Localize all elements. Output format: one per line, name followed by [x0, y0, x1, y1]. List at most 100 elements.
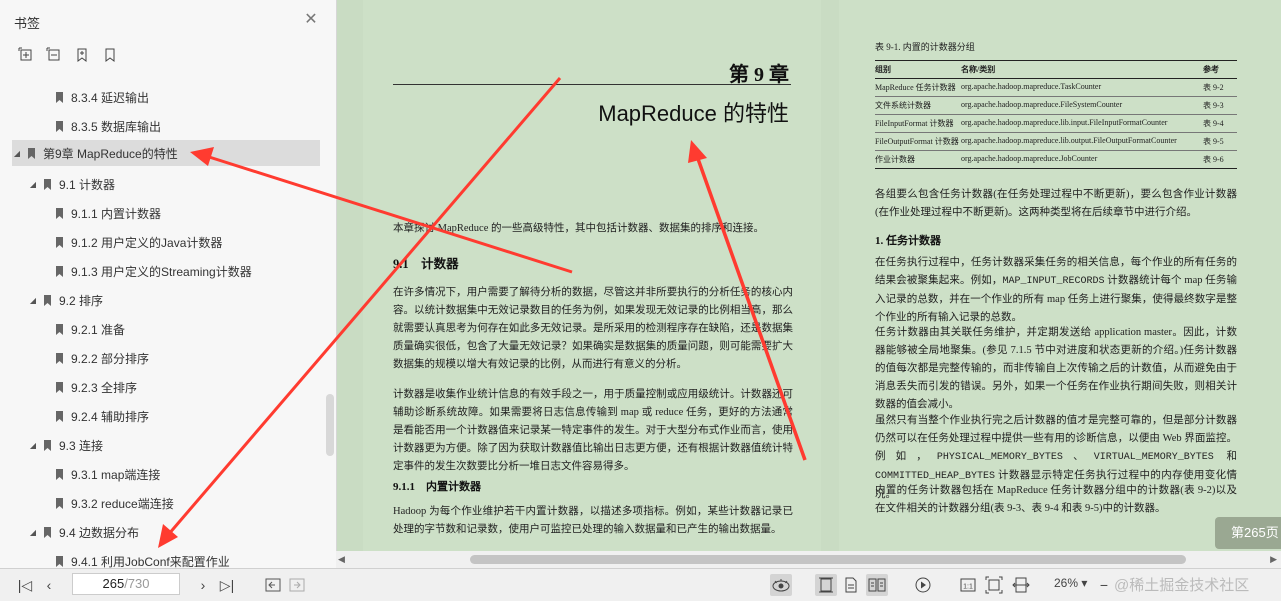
bookmark-item[interactable]: 9.1.1 内置计数器 — [56, 200, 161, 226]
forward-icon[interactable] — [286, 574, 308, 596]
table-row: FileOutputFormat 计数器 org.apache.hadoop.m… — [875, 133, 1237, 151]
play-icon[interactable] — [912, 574, 934, 596]
last-page-icon[interactable]: ▷| — [218, 575, 236, 595]
expand-triangle-icon[interactable]: ◢ — [28, 180, 38, 189]
table-cell: 表 9-5 — [1203, 137, 1224, 146]
bookmark-label: 9.1.3 用户定义的Streaming计数器 — [71, 264, 252, 279]
scroll-left-icon[interactable]: ◀ — [338, 554, 345, 565]
bookmark-label: 9.1.1 内置计数器 — [71, 206, 162, 221]
fit-page-icon[interactable] — [983, 574, 1005, 596]
paragraph: Hadoop 为每个作业维护若干内置计数器，以描述多项指标。例如，某些计数器记录… — [393, 506, 793, 535]
expand-triangle-icon[interactable]: ◢ — [28, 441, 38, 450]
bookmark-item[interactable]: ◢ 9.2 排序 — [28, 287, 103, 313]
bookmark-icon[interactable] — [102, 47, 118, 63]
table-cell: MapReduce 任务计数器 — [875, 83, 956, 92]
close-icon[interactable]: ✕ — [303, 12, 319, 28]
actual-size-icon[interactable]: 1:1 — [957, 574, 979, 596]
table-caption: 表 9-1. 内置的计数器分组 — [875, 42, 975, 52]
zoom-level[interactable]: 26% ▾ — [1054, 576, 1087, 590]
chapter-number: 第 9 章 — [729, 64, 789, 86]
bookmark-icon — [56, 468, 63, 480]
collapse-all-icon[interactable] — [46, 47, 62, 63]
two-page-icon[interactable] — [866, 574, 888, 596]
section-number: 9.1 — [393, 257, 409, 271]
prev-page-icon[interactable]: ‹ — [40, 575, 58, 595]
bookmark-item[interactable]: 9.1.2 用户定义的Java计数器 — [56, 229, 222, 255]
bookmark-label: 9.4.1 利用JobConf来配置作业 — [71, 554, 230, 569]
continuous-page-icon[interactable] — [840, 574, 862, 596]
bookmark-item[interactable]: ◢ 9.1 计数器 — [28, 171, 115, 197]
svg-text:1:1: 1:1 — [963, 584, 973, 591]
expand-all-icon[interactable] — [18, 47, 34, 63]
bookmark-icon — [44, 178, 51, 190]
back-icon[interactable] — [262, 574, 284, 596]
bookmark-item-selected[interactable]: ◢ 第9章 MapReduce的特性 — [12, 140, 320, 166]
table-cell: 作业计数器 — [875, 155, 915, 164]
eye-protection-icon[interactable] — [770, 574, 792, 596]
watermark-text: @稀土掘金技术社区 — [1114, 577, 1250, 594]
code-text: MAP_INPUT_RECORDS — [1002, 276, 1105, 287]
table-row: 作业计数器 org.apache.hadoop.mapreduce.JobCou… — [875, 151, 1237, 168]
code-text: COMMITTED_HEAP_BYTES — [875, 471, 996, 482]
bookmark-label: 9.1.2 用户定义的Java计数器 — [71, 235, 223, 250]
bookmark-item[interactable]: 8.3.4 延迟输出 — [56, 84, 149, 110]
next-page-icon[interactable]: › — [194, 575, 212, 595]
bookmark-item[interactable]: 9.1.3 用户定义的Streaming计数器 — [56, 258, 252, 284]
first-page-icon[interactable]: |◁ — [16, 575, 34, 595]
bookmark-icon — [56, 352, 63, 364]
sidebar-scrollbar[interactable] — [326, 394, 334, 456]
bookmark-icon — [44, 439, 51, 451]
section-title: 计数器 — [421, 257, 459, 271]
subsection-heading: 9.1.1 内置计数器 — [393, 478, 481, 494]
bookmark-label: 9.3.1 map端连接 — [71, 467, 161, 482]
sidebar-toolbar — [18, 47, 118, 63]
single-page-icon[interactable] — [815, 574, 837, 596]
scroll-right-icon[interactable]: ▶ — [1270, 554, 1277, 565]
expand-triangle-icon[interactable]: ◢ — [28, 528, 38, 537]
table-cell: 表 9-4 — [1203, 119, 1224, 128]
bookmark-item[interactable]: 9.2.2 部分排序 — [56, 345, 149, 371]
bookmark-item[interactable]: ◢ 9.3 连接 — [28, 432, 103, 458]
table-cell: 表 9-3 — [1203, 101, 1224, 110]
bookmark-icon — [56, 410, 63, 422]
scrollbar-thumb[interactable] — [470, 555, 1186, 564]
subsection-number: 9.1.1 — [393, 481, 415, 493]
bookmark-item[interactable]: 9.4.1 利用JobConf来配置作业 — [56, 548, 230, 568]
bookmark-item[interactable]: 9.2.4 辅助排序 — [56, 403, 149, 429]
paragraph: 在任务执行过程中，任务计数器采集任务的相关信息，每个作业的所有任务的结果会被聚集… — [875, 254, 1237, 327]
table-cell: FileInputFormat 计数器 — [875, 119, 954, 128]
table-cell: 表 9-6 — [1203, 155, 1224, 164]
text-run: 、 — [1062, 451, 1094, 462]
horizontal-scrollbar[interactable]: ◀ ▶ — [336, 551, 1281, 568]
bookmark-label: 9.2 排序 — [59, 293, 104, 308]
expand-triangle-icon[interactable]: ◢ — [28, 296, 38, 305]
page-number-input[interactable]: 265/730 — [72, 573, 180, 595]
table-cell: org.apache.hadoop.mapreduce.lib.input.Fi… — [961, 118, 1168, 127]
add-bookmark-icon[interactable] — [74, 47, 90, 63]
bookmark-item[interactable]: 9.2.1 准备 — [56, 316, 125, 342]
expand-triangle-icon[interactable]: ◢ — [12, 149, 22, 158]
table-row: FileInputFormat 计数器 org.apache.hadoop.ma… — [875, 115, 1237, 133]
paragraph: 内置的任务计数器包括在 MapReduce 任务计数器分组中的计数器(表 9-2… — [875, 485, 1237, 514]
current-page: 265 — [102, 576, 125, 591]
paragraph: 计数器是收集作业统计信息的有效手段之一，用于质量控制或应用级统计。计数器还可辅助… — [393, 389, 793, 472]
subsection-title: 内置计数器 — [426, 481, 481, 493]
bottom-toolbar: |◁ ‹ 265/730 › ▷| 1:1 26% ▾ − @稀土掘金技术社区 — [0, 568, 1281, 601]
bookmark-item[interactable]: 8.3.5 数据库输出 — [56, 113, 161, 139]
zoom-out-icon[interactable]: − — [1098, 575, 1110, 595]
chapter-title: MapReduce 的特性 — [598, 101, 789, 126]
bookmark-label: 9.3.2 reduce端连接 — [71, 496, 174, 511]
paragraph: 任务计数器由其关联任务维护，并定期发送给 application master。… — [875, 327, 1237, 410]
table-cell: org.apache.hadoop.mapreduce.TaskCounter — [961, 82, 1102, 91]
bookmark-item[interactable]: ◢ 9.4 边数据分布 — [28, 519, 139, 545]
bookmark-label: 9.4 边数据分布 — [59, 525, 140, 540]
bookmark-item[interactable]: 9.3.1 map端连接 — [56, 461, 160, 487]
bookmark-item[interactable]: 9.3.2 reduce端连接 — [56, 490, 174, 516]
table-cell: 文件系统计数器 — [875, 101, 931, 110]
bookmark-icon — [56, 265, 63, 277]
fit-width-icon[interactable] — [1010, 574, 1032, 596]
intro-text: 本章探讨 MapReduce 的一些高级特性，其中包括计数器、数据集的排序和连接… — [393, 223, 764, 234]
bookmark-item[interactable]: 9.2.3 全排序 — [56, 374, 137, 400]
code-text: VIRTUAL_MEMORY_BYTES — [1093, 452, 1214, 463]
heading: 1. 任务计数器 — [875, 235, 941, 247]
